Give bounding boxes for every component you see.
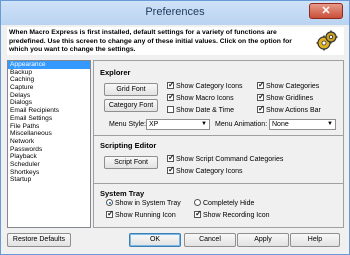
system-tray-section: System Tray Show in System Tray Complete… [94,183,343,227]
checkbox-checked [167,153,175,163]
scripting-title: Scripting Editor [100,141,157,150]
explorer-title: Explorer [100,68,131,77]
window-title: Preferences [145,6,205,18]
ok-button[interactable]: OK [129,233,181,247]
show-categories-checkbox[interactable]: Show Categories [257,80,320,92]
category-item-delays[interactable]: Delays [8,92,90,100]
script-font-button[interactable]: Script Font [104,156,158,169]
category-item-scheduler[interactable]: Scheduler [8,161,90,169]
show-in-system-tray-radio[interactable]: Show in System Tray [106,199,181,209]
checkbox-label: Show Actions Bar [266,107,321,114]
chevron-down-icon: ▼ [201,121,207,127]
category-item-dialogs[interactable]: Dialogs [8,99,90,107]
category-item-appearance[interactable]: Appearance [8,61,90,69]
menu-animation-label: Menu Animation: [215,121,268,128]
checkbox-checked [167,92,175,102]
checkbox-label: Show Recording Icon [203,212,270,219]
checkbox-checked [257,92,265,102]
show-scripting-category-icons-checkbox[interactable]: Show Category Icons [167,165,243,177]
checkbox-label: Show Running Icon [115,212,176,219]
category-item-playback[interactable]: Playback [8,153,90,161]
checkbox-label: Show Script Command Categories [176,156,284,163]
checkbox-label: Show Macro Icons [176,95,234,102]
select-value: None [272,121,289,128]
category-item-file-paths[interactable]: File Paths [8,123,90,131]
radio-label: Completely Hide [203,200,255,207]
grid-font-button[interactable]: Grid Font [104,83,158,96]
category-item-email-recipients[interactable]: Email Recipients [8,107,90,115]
scripting-section: Scripting Editor Script Font Show Script… [94,135,343,181]
radio-selected [106,199,113,206]
chevron-down-icon: ▼ [327,121,333,127]
checkbox-label: Show Categories [266,83,320,90]
menu-animation-select[interactable]: None ▼ [269,119,336,130]
checkbox-checked [257,80,265,90]
header-text: When Macro Express is first installed, d… [9,29,292,54]
help-button[interactable]: Help [290,233,340,247]
settings-panel: Explorer Grid Font Category Font Show Ca… [93,60,344,228]
show-script-command-categories-checkbox[interactable]: Show Script Command Categories [167,153,284,165]
completely-hide-radio[interactable]: Completely Hide [194,199,254,209]
radio-unselected [194,199,201,206]
checkbox-unchecked [167,106,174,113]
apply-button[interactable]: Apply [237,233,289,247]
menu-style-label: Menu Style: [109,121,146,128]
category-item-caching[interactable]: Caching [8,76,90,84]
category-item-startup[interactable]: Startup [8,176,90,184]
category-font-button[interactable]: Category Font [104,99,158,112]
restore-defaults-button[interactable]: Restore Defaults [7,233,71,247]
close-button[interactable]: ✕ [309,3,343,19]
radio-label: Show in System Tray [115,200,181,207]
show-category-icons-checkbox[interactable]: Show Category Icons [167,80,243,92]
cancel-button[interactable]: Cancel [184,233,236,247]
title-bar: Preferences ✕ [1,1,349,25]
show-date-time-checkbox[interactable]: Show Date & Time [167,106,234,116]
show-gridlines-checkbox[interactable]: Show Gridlines [257,92,314,104]
checkbox-label: Show Date & Time [176,107,234,114]
checkbox-checked [257,104,265,114]
category-item-network[interactable]: Network [8,138,90,146]
system-tray-title: System Tray [100,189,145,198]
checkbox-label: Show Category Icons [176,168,243,175]
category-item-email-settings[interactable]: Email Settings [8,115,90,123]
category-item-backup[interactable]: Backup [8,69,90,77]
category-item-passwords[interactable]: Passwords [8,146,90,154]
category-list[interactable]: Appearance Backup Caching Capture Delays Dial… [7,60,91,228]
checkbox-checked [194,209,202,219]
category-item-miscellaneous[interactable]: Miscellaneous [8,130,90,138]
checkbox-checked [106,209,114,219]
show-actions-bar-checkbox[interactable]: Show Actions Bar [257,104,321,116]
preferences-window: Preferences ✕ When Macro Express is firs… [0,0,350,255]
explorer-section: Explorer Grid Font Category Font Show Ca… [94,61,343,133]
checkbox-label: Show Category Icons [176,83,243,90]
gears-icon [316,30,338,51]
show-recording-icon-checkbox[interactable]: Show Recording Icon [194,209,270,221]
info-header: When Macro Express is first installed, d… [7,27,344,55]
checkbox-label: Show Gridlines [266,95,314,102]
show-macro-icons-checkbox[interactable]: Show Macro Icons [167,92,234,104]
menu-style-select[interactable]: XP ▼ [146,119,210,130]
select-value: XP [149,121,159,128]
checkbox-checked [167,165,175,175]
checkbox-checked [167,80,175,90]
category-item-shortkeys[interactable]: Shortkeys [8,169,90,177]
show-running-icon-checkbox[interactable]: Show Running Icon [106,209,176,221]
category-item-capture[interactable]: Capture [8,84,90,92]
